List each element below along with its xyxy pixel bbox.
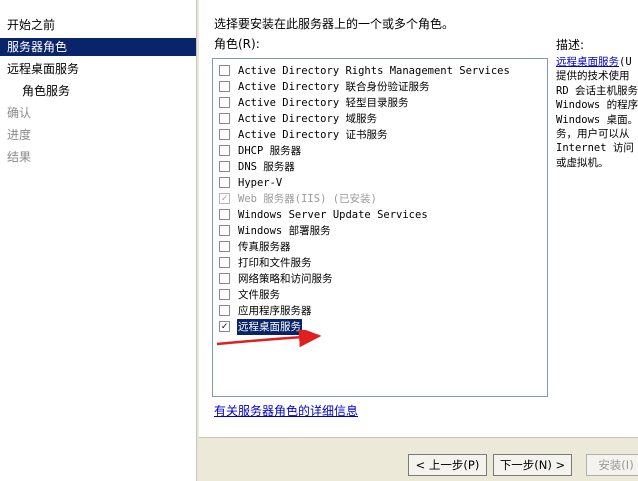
sidebar-step-item: 结果 bbox=[7, 150, 32, 164]
description-role-link[interactable]: 远程桌面服务 bbox=[556, 56, 619, 68]
sidebar-step-item: 进度 bbox=[7, 128, 32, 142]
role-checkbox[interactable] bbox=[219, 161, 230, 172]
role-label: Windows Server Update Services bbox=[238, 209, 428, 221]
role-checkbox[interactable] bbox=[219, 209, 230, 220]
roles-label: 角色(R): bbox=[214, 37, 260, 51]
role-checkbox[interactable] bbox=[219, 97, 230, 108]
role-checkbox[interactable] bbox=[219, 145, 230, 156]
description-line: Windows 桌面。 bbox=[556, 113, 638, 126]
role-checkbox[interactable] bbox=[219, 225, 230, 236]
sidebar-step-item: 确认 bbox=[7, 106, 32, 120]
role-checkbox[interactable] bbox=[219, 113, 230, 124]
instruction-text: 选择要安装在此服务器上的一个或多个角色。 bbox=[214, 17, 455, 31]
back-button[interactable]: < 上一步(P) bbox=[408, 454, 487, 476]
role-checkbox[interactable] bbox=[219, 177, 230, 188]
role-label: Active Directory 轻型目录服务 bbox=[238, 97, 409, 109]
more-info-link[interactable]: 有关服务器角色的详细信息 bbox=[214, 402, 358, 419]
role-checkbox[interactable] bbox=[219, 81, 230, 92]
role-label: Web 服务器(IIS) (已安装) bbox=[238, 193, 377, 205]
description-line: Windows 的程序 bbox=[556, 99, 638, 112]
role-label: Active Directory 域服务 bbox=[238, 113, 377, 125]
role-label: 打印和文件服务 bbox=[238, 257, 312, 269]
next-button[interactable]: 下一步(N) > bbox=[493, 454, 572, 476]
role-checkbox[interactable] bbox=[219, 305, 230, 316]
main-panel: 选择要安装在此服务器上的一个或多个角色。 角色(R): 描述: 远程桌面服务(U… bbox=[199, 0, 638, 481]
sidebar-step-item[interactable]: 服务器角色 bbox=[0, 38, 196, 56]
sidebar-step-item[interactable]: 开始之前 bbox=[0, 16, 196, 34]
description-text: 远程桌面服务(U 提供的技术使用 RD 会话主机服务 Windows 的程序 W… bbox=[556, 55, 638, 175]
role-checkbox[interactable] bbox=[219, 273, 230, 284]
sidebar-step-item[interactable]: 远程桌面服务 bbox=[0, 60, 196, 78]
install-button[interactable]: 安装(I) bbox=[586, 454, 638, 476]
description-line: Internet 访问 bbox=[556, 142, 634, 155]
sidebar-step-item[interactable]: 角色服务 bbox=[0, 82, 196, 100]
role-label: 应用程序服务器 bbox=[238, 305, 312, 317]
role-label: Hyper-V bbox=[238, 177, 283, 189]
role-label: 传真服务器 bbox=[238, 241, 291, 253]
role-checkbox: ✓ bbox=[219, 193, 230, 204]
role-checkbox[interactable] bbox=[219, 129, 230, 140]
role-checkbox[interactable] bbox=[219, 257, 230, 268]
description-line: RD 会话主机服务 bbox=[556, 84, 638, 97]
role-label: Active Directory 联合身份验证服务 bbox=[238, 81, 430, 93]
description-line: 务，用户可以从 bbox=[556, 128, 630, 141]
role-label: 文件服务 bbox=[238, 289, 280, 301]
role-checkbox[interactable] bbox=[219, 65, 230, 76]
red-arrow-annotation bbox=[216, 330, 322, 348]
role-label: DNS 服务器 bbox=[238, 161, 295, 173]
description-line: 或虚拟机。 bbox=[556, 156, 609, 169]
role-label: DHCP 服务器 bbox=[238, 145, 302, 157]
role-label: Active Directory Rights Management Servi… bbox=[238, 65, 510, 77]
role-checkbox[interactable] bbox=[219, 241, 230, 252]
description-line: 提供的技术使用 bbox=[556, 70, 630, 83]
role-label: 网络策略和访问服务 bbox=[238, 273, 333, 285]
role-label: Windows 部署服务 bbox=[238, 225, 331, 237]
role-label: Active Directory 证书服务 bbox=[238, 129, 388, 141]
wizard-button-bar: < 上一步(P) 下一步(N) > 安装(I) bbox=[199, 437, 638, 481]
wizard-steps-sidebar: 开始之前服务器角色远程桌面服务 角色服务确认进度结果 bbox=[0, 0, 196, 481]
description-label: 描述: bbox=[556, 38, 585, 52]
description-first-line-tail: (U bbox=[619, 56, 632, 68]
role-checkbox[interactable] bbox=[219, 289, 230, 300]
